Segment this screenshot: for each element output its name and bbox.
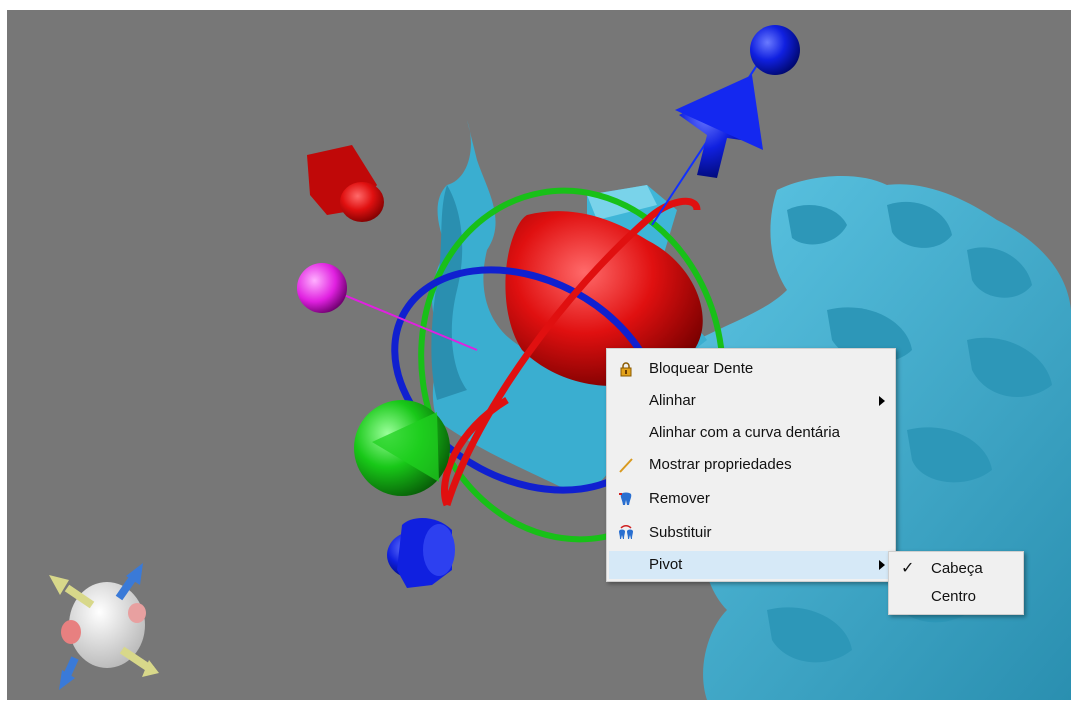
z-translate-arrow[interactable] [675, 25, 800, 178]
menu-item-alinhar-curva[interactable]: Alinhar com a curva dentária [609, 419, 893, 447]
menu-item-remover[interactable]: Remover [609, 485, 893, 513]
menu-item-cabeca[interactable]: ✓ Cabeça [891, 555, 1021, 583]
submenu-arrow-icon [879, 396, 885, 406]
menu-item-label: Cabeça [931, 560, 983, 577]
menu-item-pivot[interactable]: Pivot [609, 551, 893, 579]
tooth-remove-icon [619, 492, 632, 505]
menu-item-label: Mostrar propriedades [649, 456, 792, 473]
menu-item-label: Centro [931, 588, 977, 605]
z-translate-arrow-bottom[interactable] [387, 518, 455, 588]
context-menu: Bloquear Dente Alinhar Alinhar com a cur… [606, 348, 896, 582]
orientation-widget[interactable] [49, 563, 159, 690]
menu-item-label: Bloquear Dente [649, 360, 754, 377]
tooth-replace-icon [619, 525, 633, 539]
pivot-submenu: ✓ Cabeça Centro [888, 551, 1024, 615]
checkmark-icon: ✓ [901, 560, 915, 577]
menu-item-label: Substituir [649, 524, 712, 541]
menu-item-alinhar[interactable]: Alinhar [609, 387, 893, 415]
menu-item-label: Alinhar com a curva dentária [649, 424, 840, 441]
menu-item-centro[interactable]: Centro [891, 583, 1021, 611]
menu-item-bloquear-dente[interactable]: Bloquear Dente [609, 355, 893, 383]
menu-item-label: Remover [649, 490, 710, 507]
menu-item-label: Pivot [649, 556, 683, 573]
submenu-arrow-icon [879, 560, 885, 570]
y-rotate-handle[interactable] [354, 400, 450, 496]
menu-item-substituir[interactable]: Substituir [609, 519, 893, 547]
pivot-sphere-handle[interactable] [297, 263, 347, 313]
menu-item-label: Alinhar [649, 392, 696, 409]
lock-icon [620, 362, 632, 377]
menu-item-mostrar-propriedades[interactable]: Mostrar propriedades [609, 451, 893, 479]
pencil-icon [619, 458, 633, 473]
x-translate-arrow[interactable] [307, 145, 384, 222]
